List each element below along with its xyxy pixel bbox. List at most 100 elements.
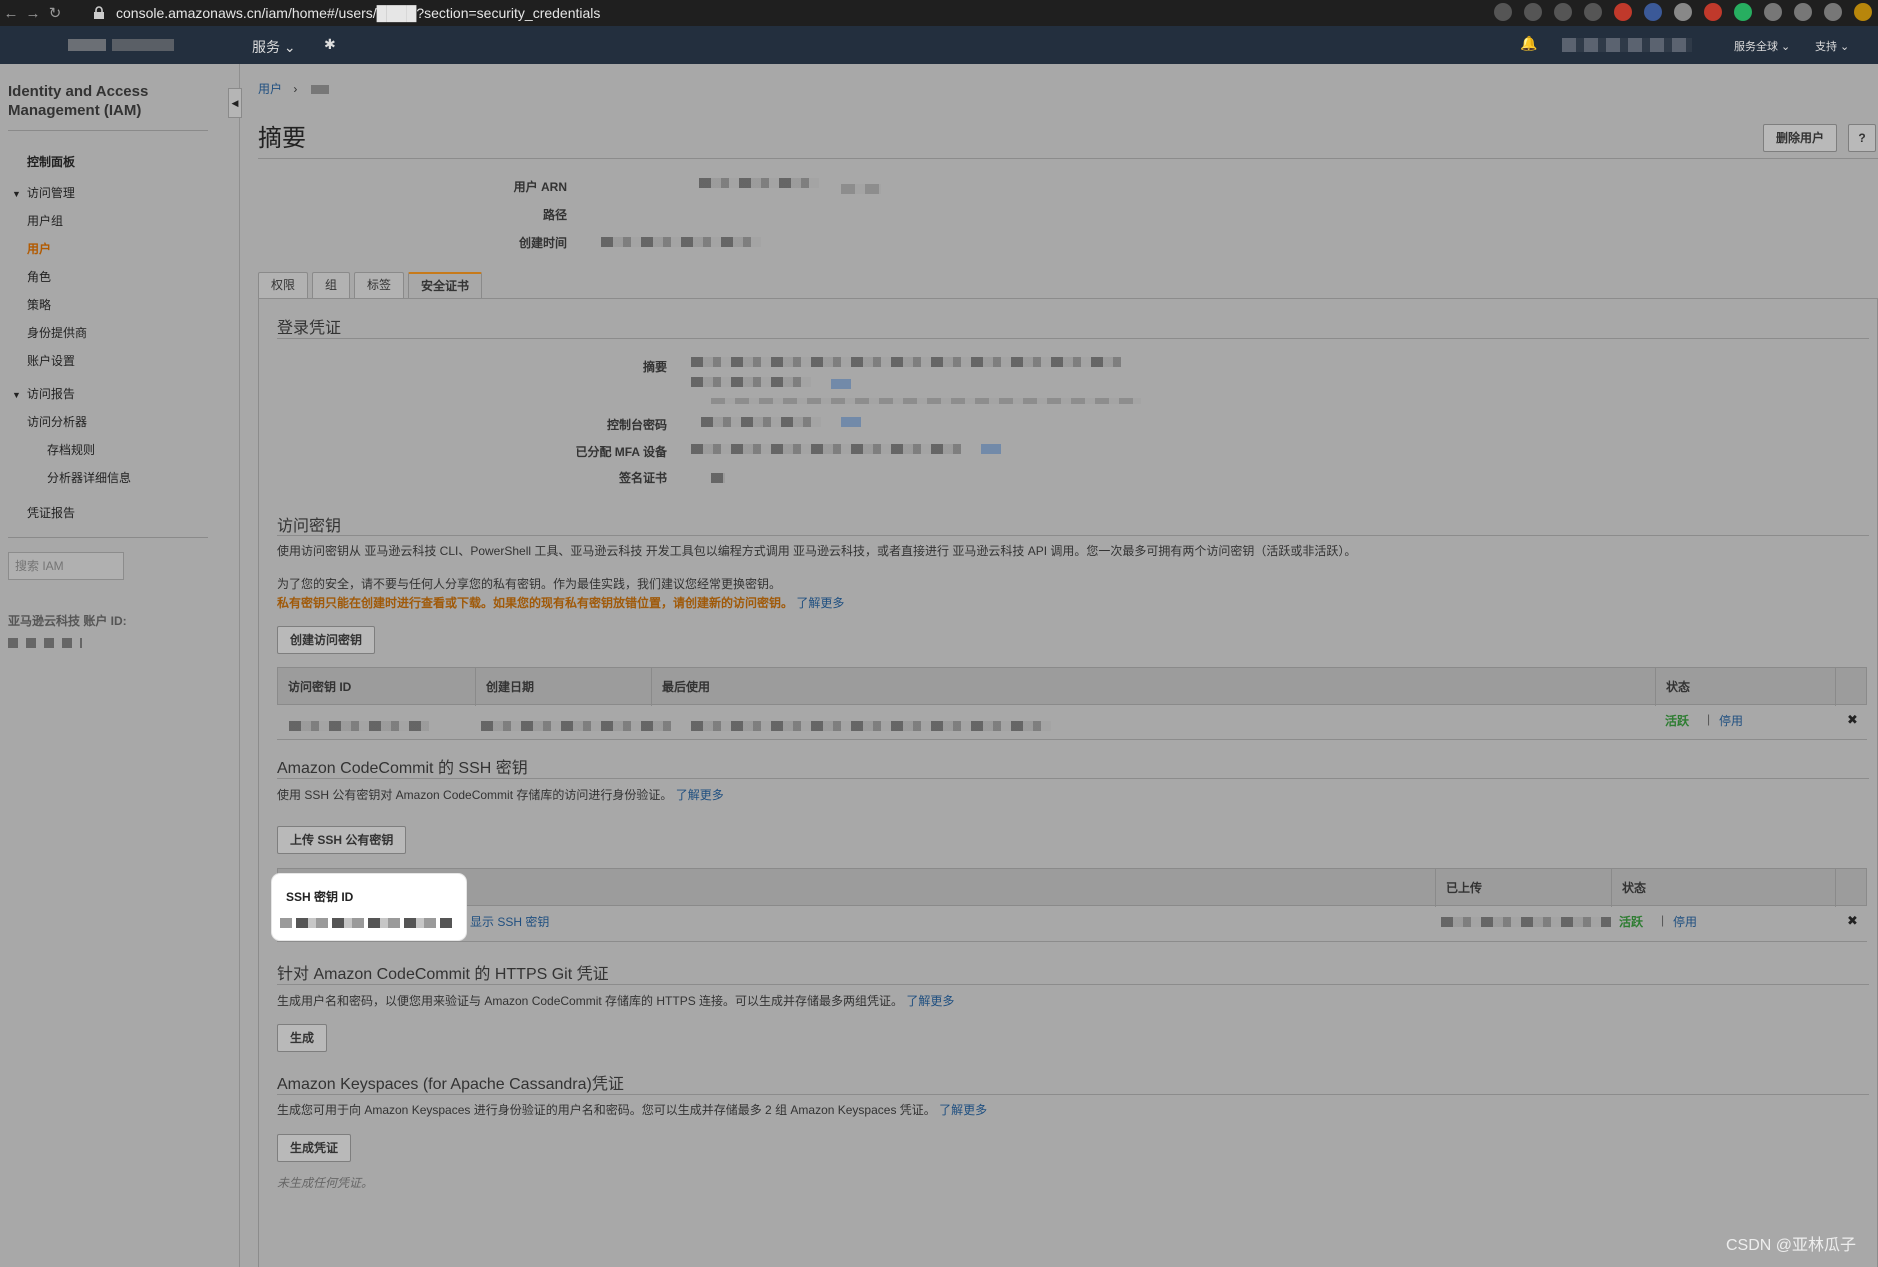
sidebar-item-identity-providers[interactable]: 身份提供商	[27, 324, 87, 341]
sidebar-title: Identity and Access Management (IAM)	[8, 83, 149, 119]
show-ssh-key-link[interactable]: 显示 SSH 密钥	[470, 913, 549, 930]
shield-icon[interactable]	[1734, 3, 1752, 21]
sidebar-item-dashboard[interactable]: 控制面板	[27, 153, 75, 170]
divider	[277, 984, 1869, 985]
delete-icon[interactable]: ✖	[1847, 913, 1858, 929]
keyspaces-description: 生成您可用于向 Amazon Keyspaces 进行身份验证的用户名和密码。您…	[277, 1103, 988, 1117]
adblock-icon[interactable]	[1704, 3, 1722, 21]
tab-permissions[interactable]: 权限	[258, 272, 309, 298]
access-key-created-value	[481, 721, 671, 731]
sidebar-item-account-settings[interactable]: 账户设置	[27, 352, 75, 369]
keyspaces-title: Amazon Keyspaces (for Apache Cassandra)凭…	[277, 1076, 624, 1093]
extension-icon-1[interactable]	[1614, 3, 1632, 21]
divider	[277, 338, 1869, 339]
search-input[interactable]	[8, 552, 124, 580]
sidebar-item-access-analyzer[interactable]: 访问分析器	[27, 413, 87, 430]
tab-tags[interactable]: 标签	[354, 272, 405, 298]
aws-top-nav: 服务 ⌄ ✱ 🔔 服务全球 ⌄ 支持 ⌄	[0, 26, 1878, 64]
share-icon[interactable]	[1554, 3, 1572, 21]
extension-icon-2[interactable]	[1674, 3, 1692, 21]
collapse-sidebar-icon[interactable]: ◀	[228, 88, 242, 118]
region-menu[interactable]: 服务全球 ⌄	[1734, 38, 1790, 54]
account-menu[interactable]	[1562, 38, 1692, 52]
account-id-value	[8, 638, 82, 648]
login-summary-value	[691, 357, 1121, 367]
sidebar-item-analyzer-details[interactable]: 分析器详细信息	[47, 469, 131, 486]
deactivate-access-key-link[interactable]: 停用	[1719, 712, 1743, 729]
caret-down-icon: ▼	[12, 390, 21, 400]
created-time-value	[601, 237, 761, 247]
puzzle-icon[interactable]	[1764, 3, 1782, 21]
sidebar-item-policies[interactable]: 策略	[27, 296, 51, 313]
divider	[277, 739, 1867, 740]
learn-more-link[interactable]: 了解更多	[906, 994, 954, 1008]
delete-icon[interactable]: ✖	[1847, 712, 1858, 728]
pin-icon[interactable]: ✱	[324, 36, 336, 53]
sidebar-group-access-reports[interactable]: ▼ 访问报告	[12, 385, 75, 402]
ssh-key-id-highlight: SSH 密钥 ID	[272, 874, 466, 940]
reading-list-icon[interactable]	[1794, 3, 1812, 21]
sidebar-group-access-mgmt[interactable]: ▼ 访问管理	[12, 184, 75, 201]
ssh-keys-description: 使用 SSH 公有密钥对 Amazon CodeCommit 存储库的访问进行身…	[277, 788, 724, 802]
sidebar-icon[interactable]	[1824, 3, 1842, 21]
support-menu[interactable]: 支持 ⌄	[1815, 38, 1849, 54]
generate-https-button[interactable]: 生成	[277, 1024, 328, 1052]
sidebar-item-credential-report[interactable]: 凭证报告	[27, 504, 75, 521]
learn-more-link[interactable]: 了解更多	[939, 1103, 987, 1117]
delete-user-button[interactable]: 删除用户	[1763, 124, 1838, 152]
ssh-uploaded-value	[1441, 917, 1611, 927]
chevron-right-icon: ›	[293, 82, 298, 96]
learn-more-link[interactable]: 了解更多	[676, 788, 724, 802]
mfa-device-link[interactable]	[981, 444, 1001, 454]
learn-more-link[interactable]: 了解更多	[796, 596, 844, 610]
console-password-link[interactable]	[841, 417, 861, 427]
generate-keyspaces-button[interactable]: 生成凭证	[277, 1134, 352, 1162]
aws-logo[interactable]	[68, 36, 178, 54]
login-credentials-title: 登录凭证	[277, 320, 342, 337]
translate-icon[interactable]	[1644, 3, 1662, 21]
key-icon[interactable]	[1494, 3, 1512, 21]
ssh-key-id-value[interactable]	[280, 918, 452, 928]
login-summary-link[interactable]	[831, 379, 851, 389]
deactivate-ssh-key-link[interactable]: 停用	[1673, 913, 1697, 930]
col-last-used[interactable]: 最后使用	[652, 668, 1656, 706]
upload-ssh-key-button[interactable]: 上传 SSH 公有密钥	[277, 826, 407, 854]
address-bar[interactable]: console.amazonaws.cn/iam/home#/users/███…	[92, 2, 1442, 24]
col-status[interactable]: 状态	[1656, 668, 1836, 706]
user-arn-label: 用户 ARN	[513, 180, 567, 194]
sidebar-item-users[interactable]: 用户	[27, 240, 51, 257]
console-password-value	[701, 417, 821, 427]
sidebar: Identity and Access Management (IAM) 控制面…	[0, 64, 240, 1267]
breadcrumb-users-link[interactable]: 用户	[258, 82, 282, 96]
ssh-keys-title: Amazon CodeCommit 的 SSH 密钥	[277, 760, 528, 777]
tab-security-credentials[interactable]: 安全证书	[408, 272, 483, 298]
access-keys-description: 使用访问密钥从 亚马逊云科技 CLI、PowerShell 工具、亚马逊云科技 …	[277, 544, 1357, 558]
create-access-key-button[interactable]: 创建访问密钥	[277, 626, 376, 654]
col-access-key-id[interactable]: 访问密钥 ID	[278, 668, 476, 706]
forward-icon[interactable]: →	[22, 5, 44, 22]
col-created-date[interactable]: 创建日期	[476, 668, 652, 706]
access-keys-warning: 私有密钥只能在创建时进行查看或下载。如果您的现有私有密钥放错位置，请创建新的访问…	[277, 596, 845, 610]
bell-icon[interactable]: 🔔	[1520, 35, 1537, 52]
profile-avatar[interactable]	[1854, 3, 1872, 21]
path-label: 路径	[542, 208, 567, 222]
tab-groups[interactable]: 组	[312, 272, 351, 298]
back-icon[interactable]: ←	[0, 5, 22, 22]
created-time-label: 创建时间	[518, 236, 567, 250]
extension-icons	[1494, 3, 1872, 21]
services-menu[interactable]: 服务 ⌄	[252, 37, 296, 57]
col-ssh-status[interactable]: 状态	[1612, 869, 1836, 907]
access-key-last-used-value	[691, 721, 1051, 731]
help-button[interactable]: ?	[1848, 124, 1876, 152]
separator: |	[1707, 712, 1711, 726]
reload-icon[interactable]: ↻	[44, 4, 66, 22]
sidebar-item-roles[interactable]: 角色	[27, 268, 51, 285]
zoom-icon[interactable]	[1524, 3, 1542, 21]
sidebar-item-archive-rules[interactable]: 存档规则	[47, 441, 95, 458]
star-icon[interactable]	[1584, 3, 1602, 21]
url-text: console.amazonaws.cn/iam/home#/users/███…	[116, 5, 601, 21]
divider	[258, 158, 1878, 159]
sidebar-item-groups[interactable]: 用户组	[27, 212, 63, 229]
col-uploaded[interactable]: 已上传	[1436, 869, 1612, 907]
signing-cert-label: 签名证书	[618, 471, 667, 485]
